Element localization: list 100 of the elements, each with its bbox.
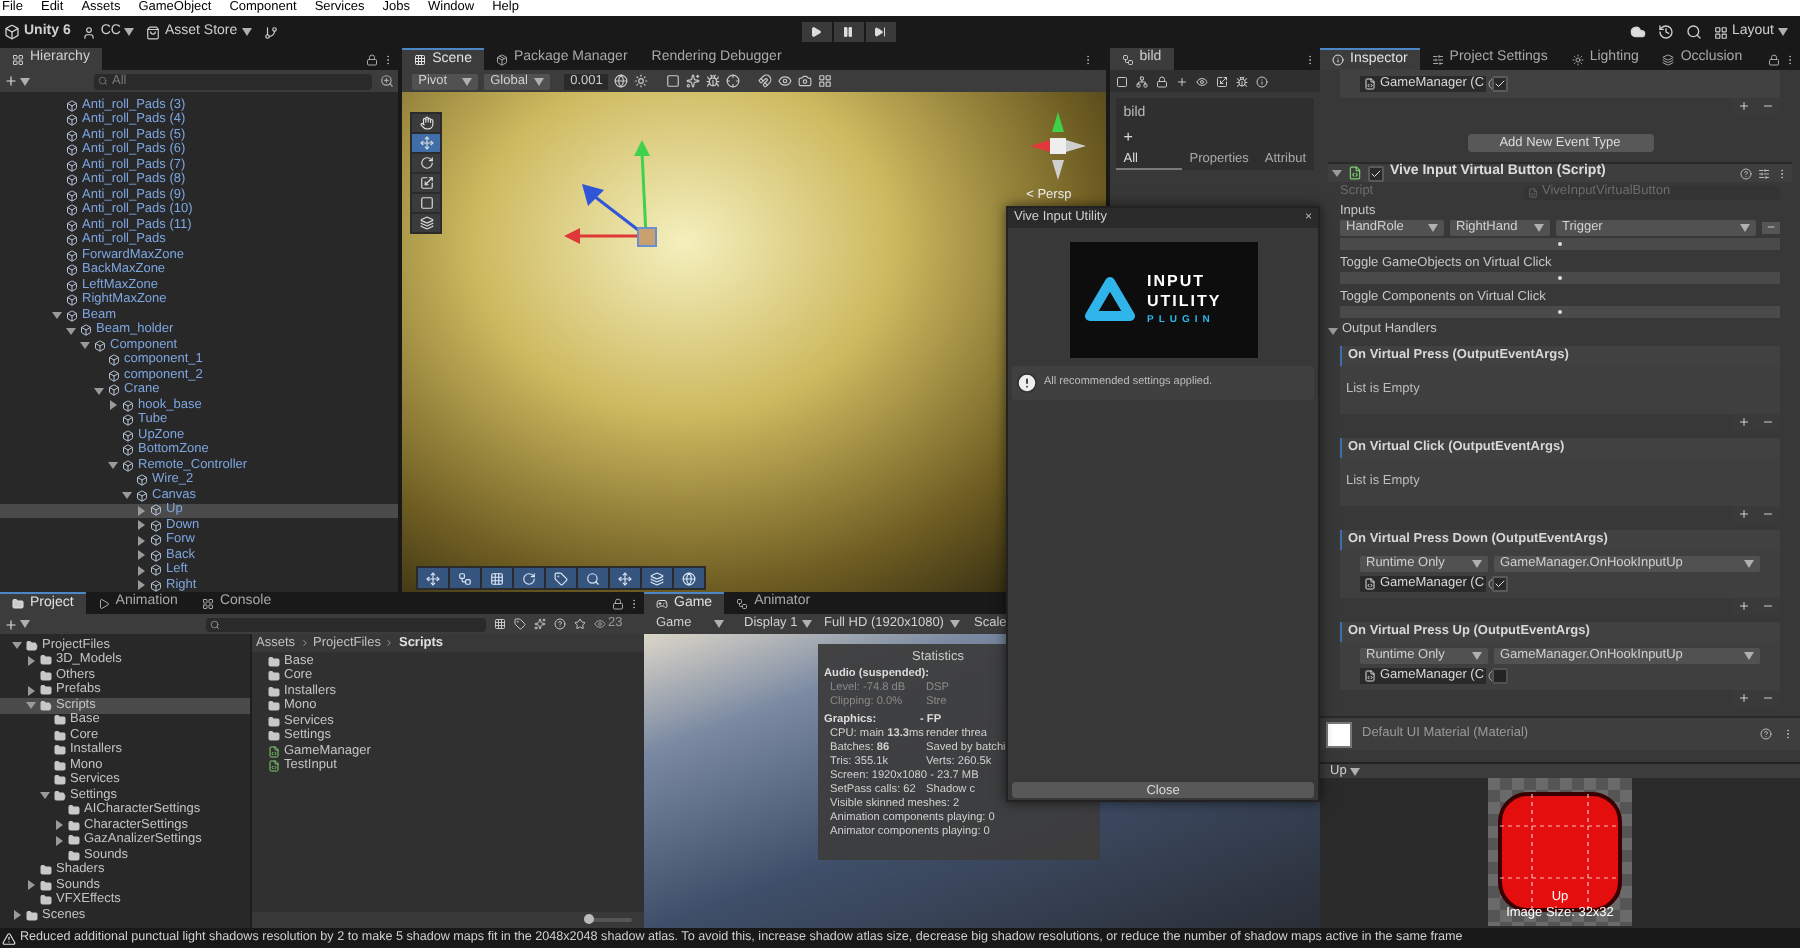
- toolbar-icon[interactable]: [1175, 75, 1188, 87]
- overlay-tool-button[interactable]: [546, 568, 577, 588]
- checkbox[interactable]: [1492, 76, 1508, 92]
- toolbar-icon[interactable]: [726, 74, 741, 88]
- scene-icon: [414, 54, 427, 66]
- toolbar-icon[interactable]: [1235, 75, 1248, 87]
- disclosure-arrow-icon[interactable]: [136, 550, 146, 561]
- filter-icon[interactable]: [514, 618, 526, 630]
- cloud-icon[interactable]: [1629, 24, 1646, 40]
- disclosure-arrow-icon[interactable]: [136, 535, 146, 546]
- disclosure-arrow-icon[interactable]: [136, 565, 146, 576]
- disclosure-arrow-icon[interactable]: [12, 640, 22, 651]
- tool-button[interactable]: [412, 114, 441, 132]
- preset-icon[interactable]: [1758, 167, 1770, 179]
- slider-thumb[interactable]: [583, 914, 594, 924]
- toolbar-icon[interactable]: [666, 74, 681, 88]
- search-icon[interactable]: [1685, 24, 1702, 40]
- checkbox[interactable]: [1492, 576, 1508, 592]
- drag-handle-icon: [1558, 242, 1562, 246]
- overlay-tool-button[interactable]: [674, 568, 705, 588]
- lock-icon[interactable]: [612, 597, 624, 609]
- disclosure-arrow-icon[interactable]: [108, 460, 118, 471]
- add-dropdown[interactable]: [4, 617, 30, 631]
- add-button[interactable]: +: [1115, 125, 1141, 149]
- filter-icon[interactable]: [534, 618, 546, 630]
- disclosure-arrow-icon[interactable]: [136, 505, 146, 516]
- cube-logo-icon: [4, 24, 20, 40]
- disclosure-arrow-icon[interactable]: [66, 325, 76, 336]
- toolbar-icon[interactable]: [614, 74, 629, 88]
- toolbar-icon[interactable]: [686, 74, 701, 88]
- disclosure-arrow-icon[interactable]: [40, 790, 50, 801]
- overlay-tool-button[interactable]: [514, 568, 545, 588]
- add-dropdown[interactable]: [4, 74, 30, 88]
- light-icon: [1571, 53, 1584, 65]
- disclosure-arrow-icon[interactable]: [52, 310, 62, 321]
- checkbox[interactable]: [1492, 668, 1508, 684]
- tool-button[interactable]: [412, 174, 441, 192]
- disclosure-arrow-icon[interactable]: [1332, 168, 1342, 178]
- filter-icon[interactable]: [494, 618, 506, 630]
- disclosure-arrow-icon[interactable]: [80, 340, 90, 351]
- overlay-tool-button[interactable]: [578, 568, 609, 588]
- overlay-tool-button[interactable]: [482, 568, 513, 588]
- disclosure-arrow-icon[interactable]: [108, 400, 118, 411]
- playback-button[interactable]: [833, 22, 864, 42]
- playback-icon: [810, 26, 823, 38]
- help-icon[interactable]: [1740, 167, 1752, 179]
- lock-icon[interactable]: [366, 53, 379, 65]
- branch-icon[interactable]: [263, 25, 278, 39]
- playback-icon: [874, 26, 887, 38]
- disclosure-arrow-icon[interactable]: [122, 490, 132, 501]
- plus-icon: [1738, 416, 1750, 428]
- caret-icon: [801, 620, 812, 628]
- toolbar-icon[interactable]: [1155, 75, 1168, 87]
- disclosure-arrow-icon[interactable]: [1328, 325, 1338, 335]
- check-icon: [1370, 167, 1382, 179]
- toolbar-icon[interactable]: [1215, 75, 1228, 87]
- tool-button[interactable]: [412, 154, 441, 172]
- toolbar-icon[interactable]: [798, 74, 813, 88]
- tool-button[interactable]: [412, 214, 441, 232]
- toolbar-icon[interactable]: [706, 74, 721, 88]
- playback-button[interactable]: [801, 22, 832, 42]
- disclosure-arrow-icon[interactable]: [94, 385, 104, 396]
- disclosure-arrow-icon[interactable]: [26, 700, 36, 711]
- toolbar-icon[interactable]: [818, 74, 833, 88]
- lock-icon[interactable]: [1768, 53, 1780, 65]
- disclosure-arrow-icon[interactable]: [54, 835, 64, 846]
- remove-button[interactable]: [1762, 221, 1780, 233]
- tool-icon: [426, 571, 441, 585]
- overlay-tool-button[interactable]: [642, 568, 673, 588]
- disclosure-arrow-icon[interactable]: [12, 910, 22, 921]
- tool-button[interactable]: [412, 134, 441, 152]
- overlay-tool-button[interactable]: [418, 568, 449, 588]
- hand-tool-icon: [419, 116, 434, 130]
- filter-icon[interactable]: [554, 618, 566, 630]
- disclosure-arrow-icon[interactable]: [54, 820, 64, 831]
- toolbar-icon[interactable]: [1255, 75, 1268, 87]
- minus-icon: [1762, 416, 1774, 428]
- disclosure-arrow-icon[interactable]: [26, 655, 36, 666]
- tool-button[interactable]: [412, 194, 441, 212]
- disclosure-arrow-icon[interactable]: [136, 520, 146, 531]
- history-icon[interactable]: [1657, 24, 1674, 40]
- help-icon[interactable]: [1760, 728, 1772, 740]
- toolbar-icon[interactable]: [1115, 75, 1128, 87]
- overlay-tool-button[interactable]: [610, 568, 641, 588]
- triangle-logo-icon: [1083, 276, 1135, 324]
- toolbar-icon[interactable]: [758, 74, 773, 88]
- disclosure-arrow-icon[interactable]: [26, 880, 36, 891]
- search-field[interactable]: [206, 617, 486, 631]
- search-icon[interactable]: [380, 74, 395, 88]
- toolbar-icon[interactable]: [778, 74, 793, 88]
- toolbar-icon[interactable]: [1135, 75, 1148, 87]
- disclosure-arrow-icon[interactable]: [136, 580, 146, 591]
- playback-button[interactable]: [865, 22, 896, 42]
- overlay-tool-button[interactable]: [450, 568, 481, 588]
- checkbox[interactable]: [1368, 165, 1384, 181]
- toolbar-icon[interactable]: [634, 74, 649, 88]
- filter-icon[interactable]: [574, 618, 586, 630]
- disclosure-arrow-icon[interactable]: [26, 685, 36, 696]
- logo-text: INPUT: [1147, 272, 1207, 292]
- toolbar-icon[interactable]: [1195, 75, 1208, 87]
